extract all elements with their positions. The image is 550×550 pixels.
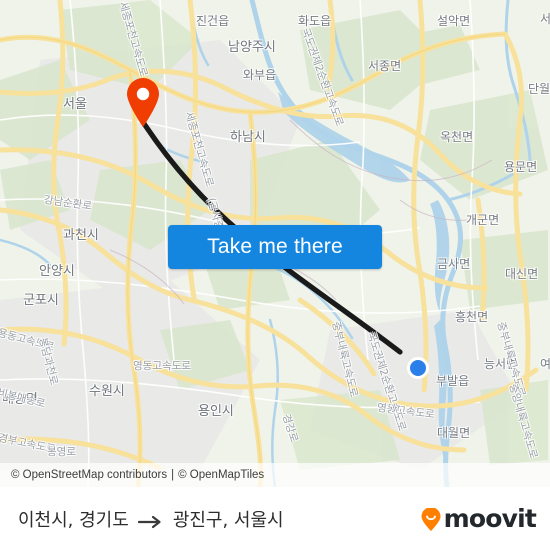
moovit-logo[interactable]: moovit <box>419 504 537 533</box>
route-summary: 이천시, 경기도 광진구, 서울시 <box>18 506 284 532</box>
arrow-right-icon <box>137 513 164 528</box>
origin-label: 이천시, 경기도 <box>18 509 129 531</box>
moovit-route-card: 진건읍화도읍설악면남양주시서종면와부읍단월면서울하남시옥천면용문면개군면과천시금… <box>0 0 550 550</box>
footer-bar: 이천시, 경기도 광진구, 서울시 moovit <box>0 487 550 550</box>
attribution-tiles[interactable]: © OpenMapTiles <box>178 469 264 481</box>
map-canvas[interactable]: 진건읍화도읍설악면남양주시서종면와부읍단월면서울하남시옥천면용문면개군면과천시금… <box>0 0 550 487</box>
attribution-osm[interactable]: © OpenStreetMap contributors <box>11 469 167 481</box>
take-me-there-button[interactable]: Take me there <box>168 225 382 269</box>
moovit-pin-icon <box>419 506 443 532</box>
destination-label: 광진구, 서울시 <box>172 509 284 531</box>
destination-pin[interactable] <box>123 76 163 128</box>
moovit-wordmark: moovit <box>443 504 537 533</box>
map-attribution: © OpenStreetMap contributors | © OpenMap… <box>0 463 550 487</box>
attribution-separator: | <box>171 469 175 481</box>
origin-dot[interactable] <box>407 357 429 379</box>
